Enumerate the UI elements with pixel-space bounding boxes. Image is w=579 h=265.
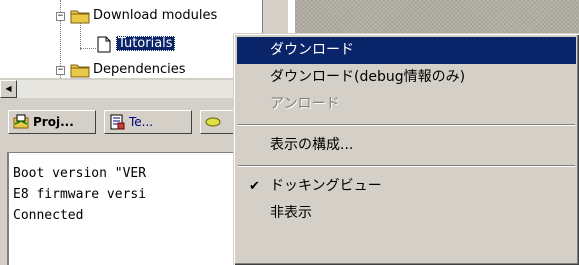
tree-item-dependencies[interactable]: Dependencies [93, 62, 186, 77]
menu-item-unload-label: アンロード [270, 96, 340, 112]
menu-separator [238, 124, 575, 126]
workspace-tabbar: Proj... Te... [0, 100, 262, 144]
tab-templates[interactable]: Te... [104, 110, 192, 134]
menu-item-download-debug-label: ダウンロード(debug情報のみ) [270, 69, 466, 85]
template-icon [110, 114, 125, 130]
navigation-icon [205, 117, 221, 127]
tab-project[interactable]: Proj... [8, 110, 96, 134]
arrow-left-icon: ◀ [5, 84, 12, 93]
folder-icon [70, 10, 90, 24]
collapse-dependencies-toggle[interactable]: − [56, 66, 65, 75]
output-grip [0, 152, 8, 265]
menu-item-docking-view-label: ドッキングビュー [270, 178, 382, 194]
menu-item-docking-view[interactable]: ✔ ドッキングビュー [237, 173, 576, 200]
tab-project-label: Proj... [33, 115, 74, 129]
horizontal-scrollbar[interactable]: ◀ [0, 80, 262, 98]
output-line: Boot version "VER [13, 166, 147, 181]
document-icon [97, 36, 111, 53]
context-menu: ダウンロード ダウンロード(debug情報のみ) アンロード 表示の構成... … [233, 33, 579, 265]
output-line: E8 firmware versi [13, 187, 147, 202]
scroll-left-button[interactable]: ◀ [0, 80, 17, 98]
menu-item-hide-label: 非表示 [270, 205, 312, 221]
menu-item-view-configuration-label: 表示の構成... [270, 137, 354, 153]
output-line: Connected [13, 208, 84, 223]
tree-item-tutorials[interactable]: Tutorials [116, 36, 175, 51]
menu-item-download-label: ダウンロード [270, 42, 354, 58]
menu-item-download-debug-only[interactable]: ダウンロード(debug情報のみ) [237, 64, 576, 91]
project-icon [13, 114, 29, 129]
menu-item-download[interactable]: ダウンロード [237, 37, 576, 64]
menu-separator [238, 165, 575, 167]
output-console[interactable]: Boot version "VER E8 firmware versi Connec… [8, 152, 262, 265]
collapse-download-modules-toggle[interactable]: − [56, 12, 65, 21]
menu-item-hide[interactable]: 非表示 [237, 200, 576, 227]
menu-item-unload[interactable]: アンロード [237, 91, 576, 118]
menu-item-view-configuration[interactable]: 表示の構成... [237, 132, 576, 159]
tab-templates-label: Te... [129, 115, 154, 129]
folder-icon [70, 64, 90, 78]
tree-item-download-modules[interactable]: Download modules [93, 8, 217, 23]
checkmark-icon: ✔ [249, 179, 260, 194]
